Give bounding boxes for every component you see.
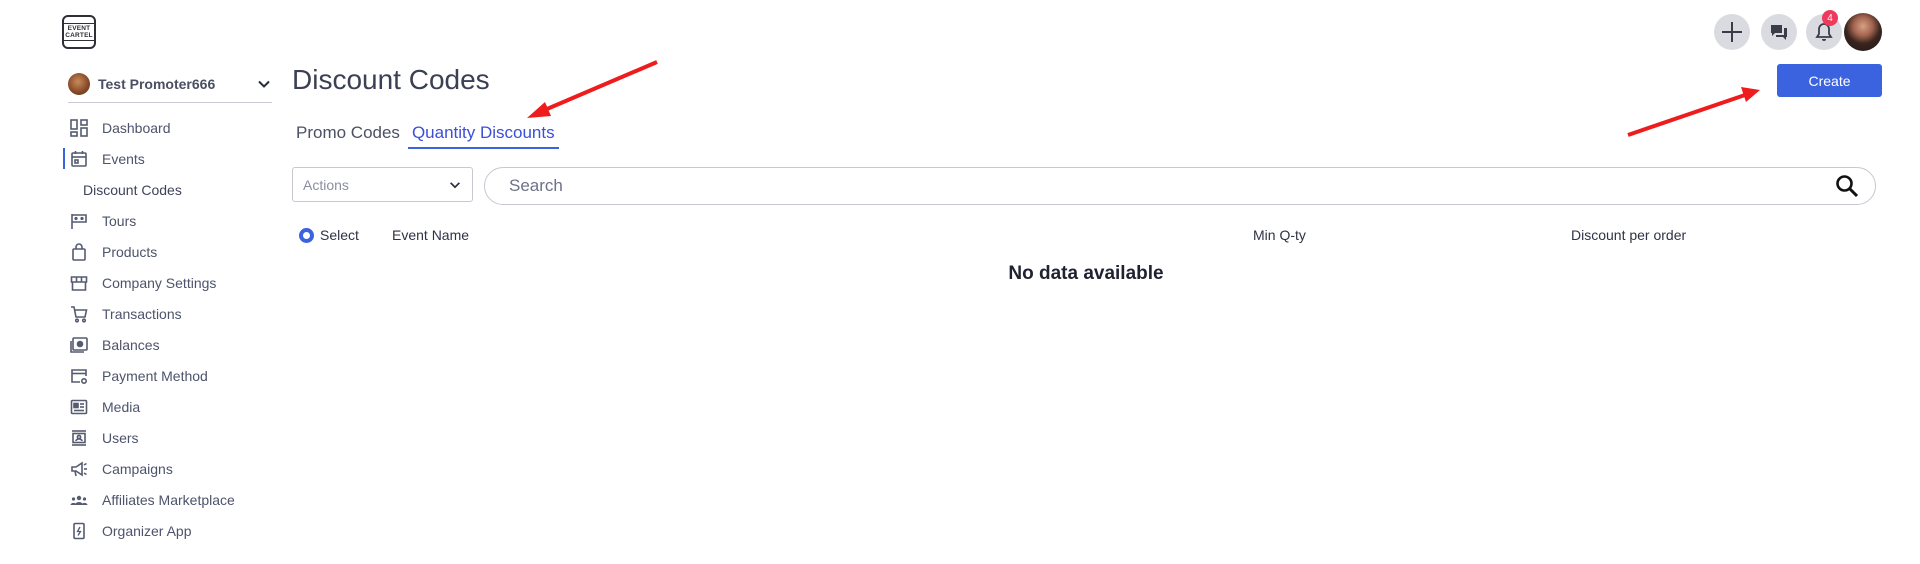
- sidebar-item-campaigns[interactable]: Campaigns: [70, 453, 280, 484]
- sidebar-item-dashboard[interactable]: Dashboard: [70, 112, 280, 143]
- column-header-select: Select: [320, 227, 359, 243]
- sidebar-item-label: Campaigns: [102, 460, 173, 477]
- actions-dropdown[interactable]: Actions: [292, 167, 473, 202]
- search-icon[interactable]: [1835, 174, 1859, 198]
- sidebar-item-label: Dashboard: [102, 119, 171, 136]
- page-title: Discount Codes: [292, 64, 490, 95]
- sidebar-nav: Dashboard Events Discount Codes Tours Pr…: [63, 112, 280, 546]
- sidebar-item-media[interactable]: Media: [70, 391, 280, 422]
- group-icon: [70, 491, 88, 509]
- search-input[interactable]: [507, 175, 1835, 197]
- chevron-down-icon: [450, 181, 460, 188]
- search-bar: [484, 167, 1876, 205]
- users-icon: [70, 429, 88, 447]
- annotation-arrow-create: [1627, 93, 1746, 137]
- plus-icon: [1722, 22, 1742, 42]
- account-switcher[interactable]: Test Promoter666: [68, 71, 272, 103]
- annotation-arrow-tabs: [539, 60, 658, 114]
- notifications-badge: 4: [1822, 10, 1838, 26]
- sidebar-item-label: Affiliates Marketplace: [102, 491, 235, 508]
- sidebar-item-label: Balances: [102, 336, 160, 353]
- sidebar-item-label: Products: [102, 243, 158, 260]
- sidebar-item-label: Transactions: [102, 305, 182, 322]
- sidebar-item-label: Events: [102, 150, 145, 167]
- empty-state-message: No data available: [1008, 263, 1164, 284]
- app-logo[interactable]: EVENT CARTEL: [62, 15, 96, 49]
- wallet-icon: [70, 336, 88, 354]
- select-all-radio[interactable]: [299, 228, 314, 243]
- sidebar-item-label: Users: [102, 429, 139, 446]
- sidebar-item-discount-codes[interactable]: Discount Codes: [70, 174, 280, 205]
- logo-mark: EVENT CARTEL: [62, 23, 96, 41]
- flag-icon: [70, 212, 88, 230]
- add-button[interactable]: [1714, 14, 1750, 50]
- sidebar-item-events[interactable]: Events: [63, 143, 280, 174]
- logo-line-2: CARTEL: [65, 32, 93, 39]
- sidebar-item-users[interactable]: Users: [70, 422, 280, 453]
- card-settings-icon: [70, 367, 88, 385]
- actions-dropdown-label: Actions: [303, 176, 349, 193]
- sidebar-item-tours[interactable]: Tours: [70, 205, 280, 236]
- tab-bar: Promo Codes Quantity Discounts: [292, 120, 563, 149]
- dashboard-icon: [70, 118, 88, 137]
- create-button[interactable]: Create: [1777, 64, 1882, 97]
- megaphone-icon: [70, 460, 88, 478]
- bag-icon: [70, 242, 88, 261]
- sidebar-item-label: Media: [102, 398, 141, 415]
- column-header-event-name: Event Name: [392, 227, 470, 243]
- account-avatar: [68, 72, 90, 95]
- chevron-down-icon: [258, 80, 270, 88]
- tab-quantity-discounts[interactable]: Quantity Discounts: [407, 120, 559, 149]
- column-header-discount-per-order: Discount per order: [1571, 227, 1687, 243]
- sidebar-item-label: Organizer App: [102, 522, 192, 539]
- sidebar-item-affiliates-marketplace[interactable]: Affiliates Marketplace: [70, 484, 280, 515]
- messages-button[interactable]: [1761, 14, 1797, 50]
- user-avatar[interactable]: [1844, 13, 1882, 51]
- calendar-icon: [70, 150, 88, 168]
- phone-icon: [70, 522, 88, 540]
- sidebar-item-organizer-app[interactable]: Organizer App: [70, 515, 280, 546]
- sidebar-item-balances[interactable]: Balances: [70, 329, 280, 360]
- sidebar-item-label: Tours: [102, 212, 137, 229]
- sidebar-item-transactions[interactable]: Transactions: [70, 298, 280, 329]
- logo-line-1: EVENT: [67, 25, 91, 32]
- sidebar-item-label: Discount Codes: [83, 181, 182, 198]
- media-icon: [70, 398, 88, 416]
- tab-promo-codes[interactable]: Promo Codes: [292, 120, 404, 149]
- chat-icon: [1771, 25, 1787, 40]
- cart-icon: [70, 305, 88, 323]
- sidebar-item-label: Payment Method: [102, 367, 208, 384]
- account-name: Test Promoter666: [98, 75, 216, 92]
- column-header-min-qty: Min Q-ty: [1253, 227, 1306, 243]
- sidebar-item-payment-method[interactable]: Payment Method: [70, 360, 280, 391]
